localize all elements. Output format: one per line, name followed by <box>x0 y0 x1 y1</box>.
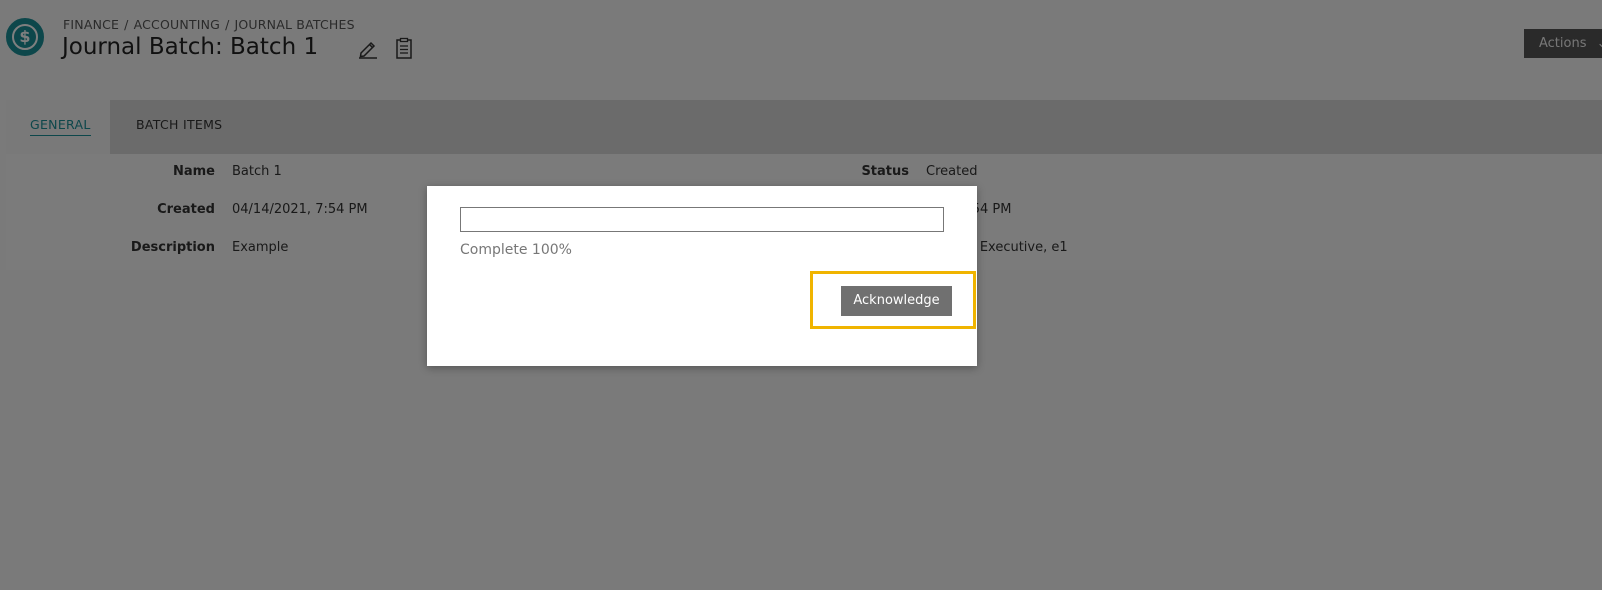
acknowledge-button[interactable]: Acknowledge <box>841 286 952 316</box>
progress-status-text: Complete 100% <box>460 242 572 258</box>
page: $ FINANCE/ACCOUNTING/JOURNAL BATCHES Jou… <box>0 0 1602 590</box>
progress-bar-fill <box>461 208 943 231</box>
progress-dialog: Complete 100% Acknowledge <box>427 186 977 366</box>
progress-bar <box>460 207 944 232</box>
